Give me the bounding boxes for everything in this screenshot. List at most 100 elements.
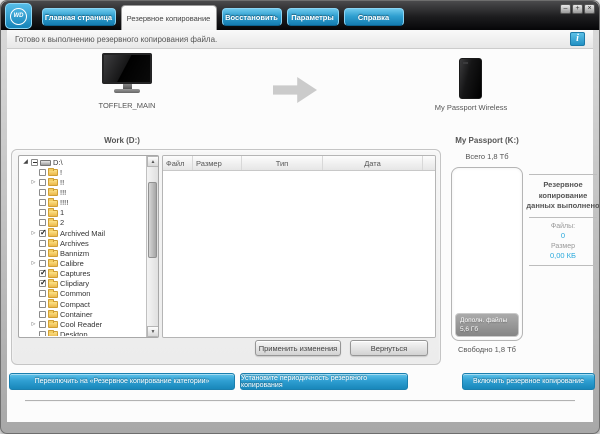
folder-tree: D:\ ! !! !!! !!!! 1 2: [18, 155, 159, 338]
root-checkbox[interactable]: [31, 159, 38, 166]
folder-checkbox[interactable]: [39, 240, 46, 247]
tree-item[interactable]: !!: [20, 177, 145, 187]
info-icon[interactable]: i: [570, 32, 585, 46]
folder-icon: [48, 271, 58, 278]
folder-checkbox[interactable]: [39, 209, 46, 216]
column-header-size[interactable]: Размер: [193, 156, 242, 170]
tree-item[interactable]: Archives: [20, 238, 145, 248]
expander-icon[interactable]: [30, 229, 37, 238]
folder-checkbox[interactable]: [39, 331, 46, 336]
back-button[interactable]: Вернуться: [350, 340, 428, 356]
folder-icon: [48, 169, 58, 176]
tab-home[interactable]: Главная страница: [42, 8, 116, 26]
folder-name: Common: [60, 289, 90, 298]
folder-name: !!!!: [60, 198, 68, 207]
tree-item[interactable]: Container: [20, 309, 145, 319]
source-name: TOFFLER_MAIN: [67, 101, 187, 110]
folder-name: Calibre: [60, 259, 84, 268]
folder-icon: [48, 230, 58, 237]
enable-backup-button[interactable]: Включить резервное копирование: [462, 373, 595, 390]
column-header-date[interactable]: Дата: [323, 156, 423, 170]
file-table: Файл Размер Тип Дата: [162, 155, 436, 338]
folder-name: Compact: [60, 300, 90, 309]
folder-checkbox[interactable]: [39, 230, 46, 237]
folder-icon: [48, 189, 58, 196]
capacity-bar: Дополн. файлы 5,6 Гб: [451, 167, 523, 341]
set-backup-frequency-button[interactable]: Установите периодичность резервного копи…: [240, 373, 408, 390]
folder-checkbox[interactable]: [39, 280, 46, 287]
folder-icon: [48, 301, 58, 308]
switch-backup-mode-button[interactable]: Переключить на «Резервное копирование ка…: [9, 373, 235, 390]
folder-checkbox[interactable]: [39, 290, 46, 297]
tab-bar: Главная страница Резервное копирование В…: [39, 1, 406, 30]
folder-checkbox[interactable]: [39, 270, 46, 277]
tree-item[interactable]: Clipdiary: [20, 279, 145, 289]
file-table-header: Файл Размер Тип Дата: [163, 156, 435, 171]
tree-item[interactable]: Bannizm: [20, 248, 145, 258]
status-text: Готово к выполнению резервного копирован…: [15, 35, 217, 44]
source-volume-title: Work (D:): [11, 136, 233, 145]
tree-item[interactable]: Captures: [20, 269, 145, 279]
tree-item[interactable]: Calibre: [20, 258, 145, 268]
free-space-label: Свободно 1,8 Тб: [439, 345, 535, 354]
destination-name: My Passport Wireless: [415, 103, 527, 112]
folder-checkbox[interactable]: [39, 179, 46, 186]
folder-checkbox[interactable]: [39, 250, 46, 257]
tree-item[interactable]: Compact: [20, 299, 145, 309]
folder-name: Bannizm: [60, 249, 89, 258]
folder-checkbox[interactable]: [39, 169, 46, 176]
tree-item[interactable]: 2: [20, 218, 145, 228]
files-label: Файлы:: [525, 223, 600, 230]
column-header-type[interactable]: Тип: [242, 156, 323, 170]
folder-icon: [48, 240, 58, 247]
tree-item[interactable]: Archived Mail: [20, 228, 145, 238]
tab-help[interactable]: Справка: [344, 8, 404, 26]
folder-name: Clipdiary: [60, 279, 89, 288]
folder-name: !!: [60, 178, 64, 187]
expander-icon[interactable]: [30, 259, 37, 268]
maximize-button[interactable]: +: [572, 4, 583, 14]
minimize-button[interactable]: –: [560, 4, 571, 14]
tab-settings[interactable]: Параметры: [287, 8, 339, 26]
destination-volume-title: My Passport (K:): [421, 136, 553, 145]
folder-name: Captures: [60, 269, 90, 278]
scroll-up-icon[interactable]: ▲: [147, 156, 159, 167]
folder-checkbox[interactable]: [39, 260, 46, 267]
tab-restore[interactable]: Восстановить: [222, 8, 282, 26]
scrollbar-thumb[interactable]: [148, 182, 157, 258]
expander-icon[interactable]: [22, 159, 29, 166]
tree-scrollbar[interactable]: ▲ ▼: [146, 156, 158, 337]
folder-checkbox[interactable]: [39, 321, 46, 328]
tree-root-item[interactable]: D:\: [20, 157, 145, 167]
column-header-file[interactable]: Файл: [163, 156, 193, 170]
tree-item[interactable]: Desktop: [20, 329, 145, 336]
tab-backup[interactable]: Резервное копирование: [121, 5, 217, 30]
folder-checkbox[interactable]: [39, 189, 46, 196]
title-bar: WD Главная страница Резервное копировани…: [1, 1, 599, 30]
wd-logo-text: WD: [10, 8, 27, 25]
folder-checkbox[interactable]: [39, 199, 46, 206]
total-capacity-label: Всего 1,8 Тб: [427, 152, 547, 161]
expander-icon[interactable]: [30, 320, 37, 329]
folder-checkbox[interactable]: [39, 219, 46, 226]
tree-item[interactable]: Common: [20, 289, 145, 299]
tree-item[interactable]: !!!: [20, 187, 145, 197]
tree-item[interactable]: Cool Reader: [20, 319, 145, 329]
folder-checkbox[interactable]: [39, 301, 46, 308]
summary-title: Резервное копирование данных выполнено: [525, 180, 600, 212]
expander-icon[interactable]: [30, 178, 37, 187]
tree-item[interactable]: !!!!: [20, 198, 145, 208]
tree-item[interactable]: 1: [20, 208, 145, 218]
folder-tree-items: D:\ ! !! !!! !!!! 1 2: [20, 157, 145, 336]
folder-checkbox[interactable]: [39, 311, 46, 318]
tree-item[interactable]: !: [20, 167, 145, 177]
size-label: Размер: [525, 243, 600, 250]
folder-name: 2: [60, 218, 64, 227]
close-button[interactable]: ×: [584, 4, 595, 14]
folder-icon: [48, 220, 58, 227]
drive-glyph-icon: [40, 160, 51, 166]
drive-icon: [459, 58, 482, 99]
folder-icon: [48, 311, 58, 318]
scroll-down-icon[interactable]: ▼: [147, 326, 159, 337]
apply-changes-button[interactable]: Применить изменения: [255, 340, 341, 356]
